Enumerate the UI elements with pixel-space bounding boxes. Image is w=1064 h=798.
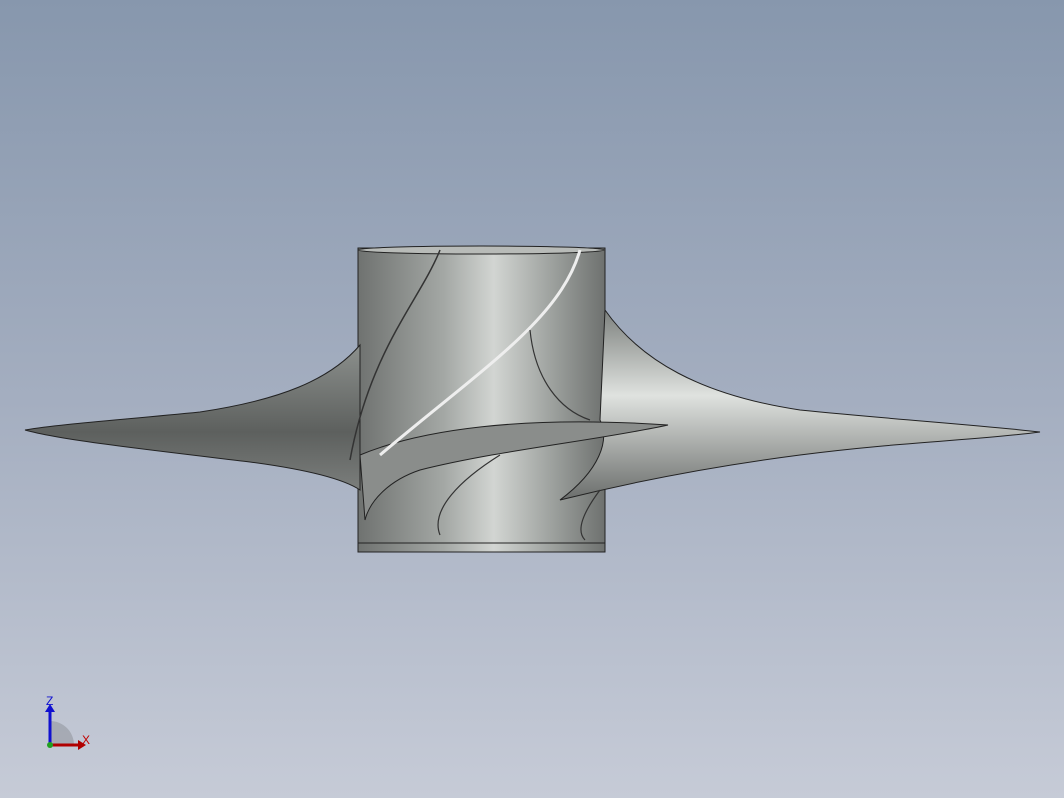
x-axis-label: X	[82, 733, 91, 747]
blade-right	[559, 308, 1041, 501]
axis-triad: Z X	[40, 694, 100, 755]
propeller-model[interactable]	[0, 0, 1064, 798]
hub-top	[357, 245, 605, 255]
3d-viewport[interactable]: Z X	[0, 0, 1064, 798]
z-axis-label: Z	[46, 694, 54, 708]
blade-left	[24, 343, 361, 491]
origin-icon	[47, 742, 53, 748]
hub-body	[357, 247, 606, 553]
